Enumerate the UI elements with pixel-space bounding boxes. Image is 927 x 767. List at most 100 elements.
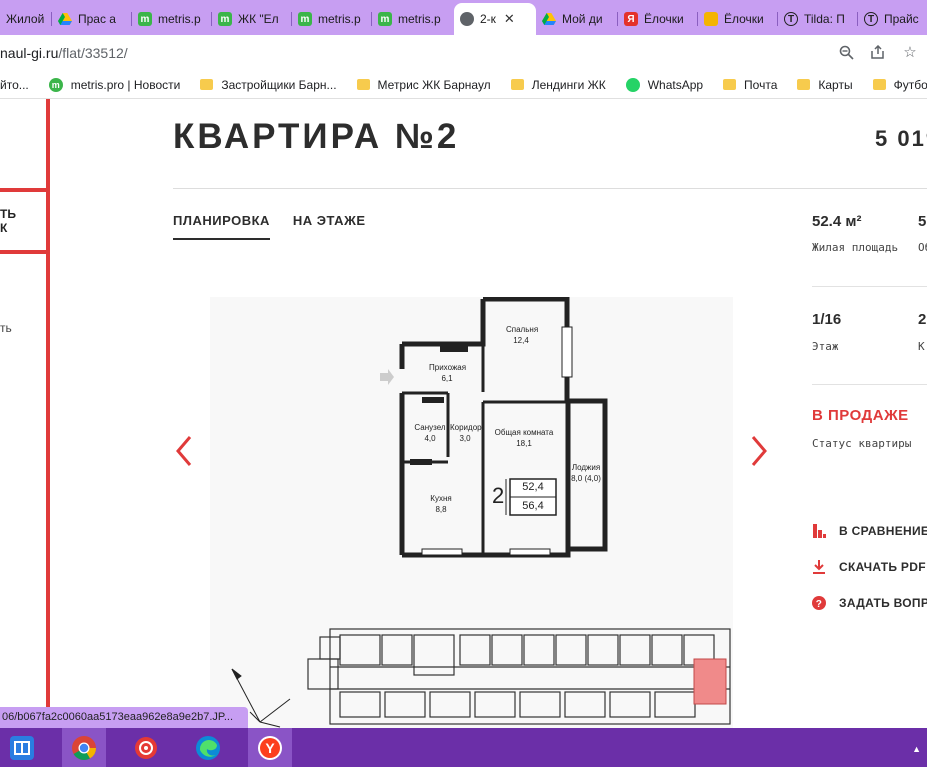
tab-label: Мой ди — [562, 12, 603, 26]
chevron-up-icon[interactable]: ▲ — [912, 744, 921, 754]
tab-label: Прайс — [884, 12, 919, 26]
stat-value: 1/16 — [812, 311, 842, 328]
browser-tab[interactable]: m ЖК "Ел — [212, 3, 292, 35]
browser-tab[interactable]: T Прайс — [858, 3, 927, 35]
stat-value: 52.4 м² — [812, 213, 862, 230]
bookmark-folder[interactable]: Футбол — [872, 77, 927, 92]
room-label: Кухня 8,8 — [426, 493, 456, 515]
browser-tab[interactable]: m metris.p — [372, 3, 454, 35]
yandex-taskbar-button[interactable]: Y — [248, 728, 292, 767]
stat-label: К — [918, 340, 925, 353]
cta-text[interactable]: ТЬ К — [0, 207, 16, 235]
image-icon — [704, 12, 718, 26]
address-bar-actions: ☆ — [837, 43, 919, 61]
yandex-browser-icon: Y — [258, 735, 282, 760]
bookmark-item[interactable]: m metris.pro | Новости — [48, 77, 181, 92]
compare-icon — [812, 524, 826, 538]
bookmark-label: metris.pro | Новости — [70, 77, 181, 92]
maxthon-taskbar-button[interactable] — [0, 728, 44, 767]
cta-line: К — [0, 221, 8, 235]
edge-taskbar-button[interactable] — [186, 728, 230, 767]
tab-label: Ёлочки — [644, 12, 684, 26]
bookmark-item[interactable]: йто... — [0, 78, 29, 92]
room-area: 8,0 (4,0) — [571, 474, 601, 483]
room-label: Общая комната 18,1 — [494, 427, 554, 449]
close-tab-icon[interactable]: ✕ — [504, 11, 515, 27]
stat-value: 2 — [918, 311, 927, 328]
svg-text:Y: Y — [265, 740, 275, 756]
compare-button[interactable]: В СРАВНЕНИЕ — [812, 524, 927, 538]
prev-slide-button[interactable] — [174, 434, 194, 468]
download-icon — [812, 560, 826, 574]
browser-tab[interactable]: Жилой — [0, 3, 52, 35]
folder-icon — [356, 79, 370, 90]
room-label: Коридор 3,0 — [450, 422, 482, 444]
tab-label: metris.p — [158, 12, 201, 26]
metris-icon: m — [138, 12, 152, 26]
browser-tab[interactable]: Прас а — [52, 3, 132, 35]
room-name: Прихожая — [429, 363, 467, 372]
zoom-icon[interactable] — [837, 43, 855, 61]
folder-icon — [723, 79, 737, 90]
tab-floor[interactable]: НА ЭТАЖЕ — [293, 213, 366, 240]
tab-label: metris.p — [318, 12, 361, 26]
bookmark-label: Футбол — [893, 77, 927, 92]
browser-tab[interactable]: m metris.p — [292, 3, 372, 35]
screen: Жилой Прас а m metris.p m ЖК "Ел m metri… — [0, 0, 927, 767]
download-pdf-button[interactable]: СКАЧАТЬ PDF — [812, 560, 926, 574]
bookmark-folder[interactable]: Лендинги ЖК — [510, 78, 606, 92]
red-divider — [46, 99, 50, 729]
room-name: Санузел — [414, 423, 446, 432]
bookmark-label: Метрис ЖК Барнаул — [377, 77, 491, 92]
tab-label: 2-к — [480, 12, 496, 26]
bookmark-item[interactable]: WhatsApp — [625, 77, 704, 92]
browser-tab-active[interactable]: 2-к ✕ — [454, 3, 536, 35]
url-text[interactable]: naul-gi.ru/flat/33512/ — [0, 45, 128, 61]
tab-label: metris.p — [398, 12, 441, 26]
browser-tab[interactable]: Мой ди — [536, 3, 618, 35]
room-area: 6,1 — [441, 374, 453, 383]
next-slide-button[interactable] — [749, 434, 769, 468]
tab-label: Ёлочки — [724, 12, 764, 26]
chrome-icon — [72, 735, 96, 760]
browser-tab[interactable]: T Tilda: П — [778, 3, 858, 35]
bookmark-folder[interactable]: Метрис ЖК Барнаул — [356, 77, 491, 92]
bookmarks-bar: йто... m metris.pro | Новости Застройщики… — [0, 71, 927, 99]
bookmark-folder[interactable]: Почта — [723, 78, 777, 92]
room-name: Кухня — [430, 494, 452, 503]
whatsapp-icon — [625, 77, 640, 92]
divider — [173, 188, 927, 189]
drive-icon — [58, 12, 72, 26]
folder-icon — [200, 79, 214, 90]
metris-icon: m — [298, 12, 312, 26]
tab-plan[interactable]: ПЛАНИРОВКА — [173, 213, 270, 240]
sale-status-label: Статус квартиры — [812, 437, 912, 450]
room-area: 8,8 — [435, 505, 447, 514]
browser-tab[interactable]: Ёлочки — [698, 3, 778, 35]
ask-question-button[interactable]: ? ЗАДАТЬ ВОПР — [812, 596, 927, 610]
tab-label: Tilda: П — [804, 12, 845, 26]
room-label: Спальня 12,4 — [506, 324, 539, 346]
bookmark-label: Карты — [818, 77, 853, 92]
action-label: ЗАДАТЬ ВОПР — [839, 596, 927, 610]
room-name: Спальня — [506, 325, 539, 334]
divider — [812, 384, 927, 385]
browser-tab[interactable]: Я Ёлочки — [618, 3, 698, 35]
side-menu-item[interactable]: ть — [0, 321, 12, 335]
browser-tab-strip: Жилой Прас а m metris.p m ЖК "Ел m metri… — [0, 0, 927, 35]
address-bar[interactable]: naul-gi.ru/flat/33512/ ☆ — [0, 35, 927, 71]
bookmark-label: WhatsApp — [647, 77, 704, 92]
price: 5 019 — [875, 126, 927, 151]
room-area: 4,0 — [424, 434, 436, 443]
bookmark-folder[interactable]: Карты — [797, 77, 853, 92]
browser-tab[interactable]: m metris.p — [132, 3, 212, 35]
chrome-taskbar-button[interactable] — [62, 728, 106, 767]
antivirus-taskbar-button[interactable] — [124, 728, 168, 767]
bookmark-folder[interactable]: Застройщики Барн... — [200, 78, 337, 92]
share-icon[interactable] — [869, 43, 887, 61]
room-label: Прихожая 6,1 — [429, 362, 467, 384]
bookmark-star-icon[interactable]: ☆ — [901, 43, 919, 61]
tilda-icon: T — [784, 12, 798, 26]
room-area: 3,0 — [459, 434, 471, 443]
system-tray: ▲ — [912, 744, 921, 754]
